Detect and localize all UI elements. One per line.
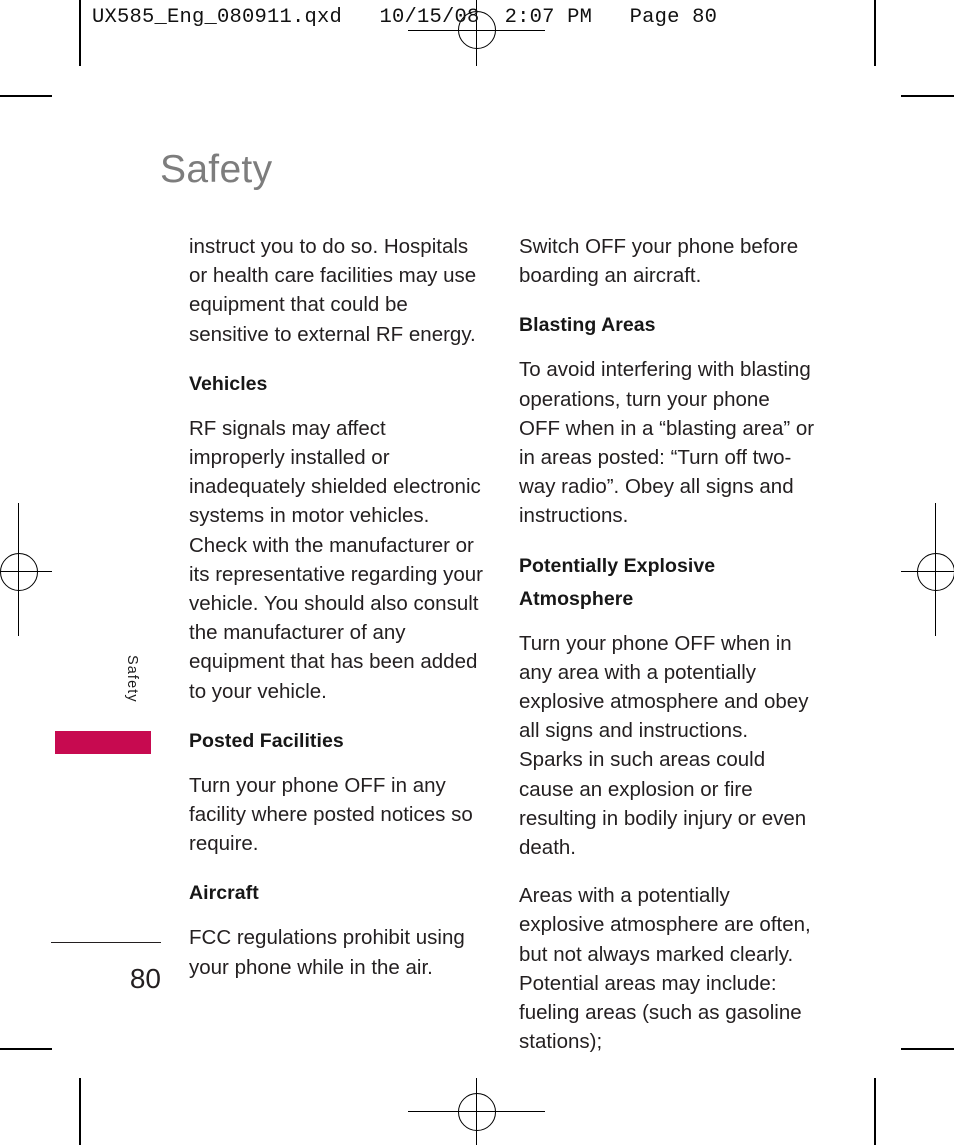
text-column-left: instruct you to do so. Hospitals or heal… [189,232,485,1001]
crop-mark-bottom-right-vertical [874,1078,876,1145]
section-heading: Aircraft [189,882,259,905]
crop-mark-top-right-vertical [874,0,876,66]
page-number: 80 [129,963,161,994]
sidebar-tab-bar [55,731,151,754]
crop-mark-top-left-horizontal [0,95,52,97]
document-page: UX585_Eng_080911.qxd 10/15/08 2:07 PM Pa… [0,0,954,1145]
crop-mark-bottom-left-vertical [79,1078,81,1145]
body-paragraph: Turn your phone OFF in any facility wher… [189,773,473,856]
section-heading: Blasting Areas [519,314,656,337]
crop-mark-bottom-right-horizontal [901,1048,954,1050]
body-paragraph: To avoid interfering with blasting opera… [519,358,815,528]
registration-mark-bottom [458,1093,496,1131]
body-paragraph: instruct you to do so. Hospitals or heal… [189,235,477,346]
body-paragraph: RF signals may affect improperly install… [189,416,483,703]
page-title: Safety [160,148,273,191]
text-column-right: Switch OFF your phone before boarding an… [519,232,815,1075]
section-heading: Potentially Explosive Atmosphere [519,554,716,610]
footer-rule [51,942,161,944]
registration-mark-right [917,553,954,591]
crop-mark-bottom-left-horizontal [0,1048,52,1050]
body-paragraph: Areas with a potentially explosive atmos… [519,884,811,1054]
section-heading: Vehicles [189,372,268,395]
crop-mark-top-left-vertical [79,0,81,66]
crop-mark-top-right-horizontal [901,95,954,97]
registration-mark-left [0,553,38,591]
body-paragraph: FCC regulations prohibit using your phon… [189,926,465,979]
body-paragraph: Switch OFF your phone before boarding an… [519,235,799,288]
print-header-filename: UX585_Eng_080911.qxd 10/15/08 2:07 PM Pa… [92,6,718,29]
body-paragraph: Turn your phone OFF when in any area wit… [519,631,809,860]
section-heading: Posted Facilities [189,729,344,752]
sidebar-tab-label: Safety [124,655,140,703]
